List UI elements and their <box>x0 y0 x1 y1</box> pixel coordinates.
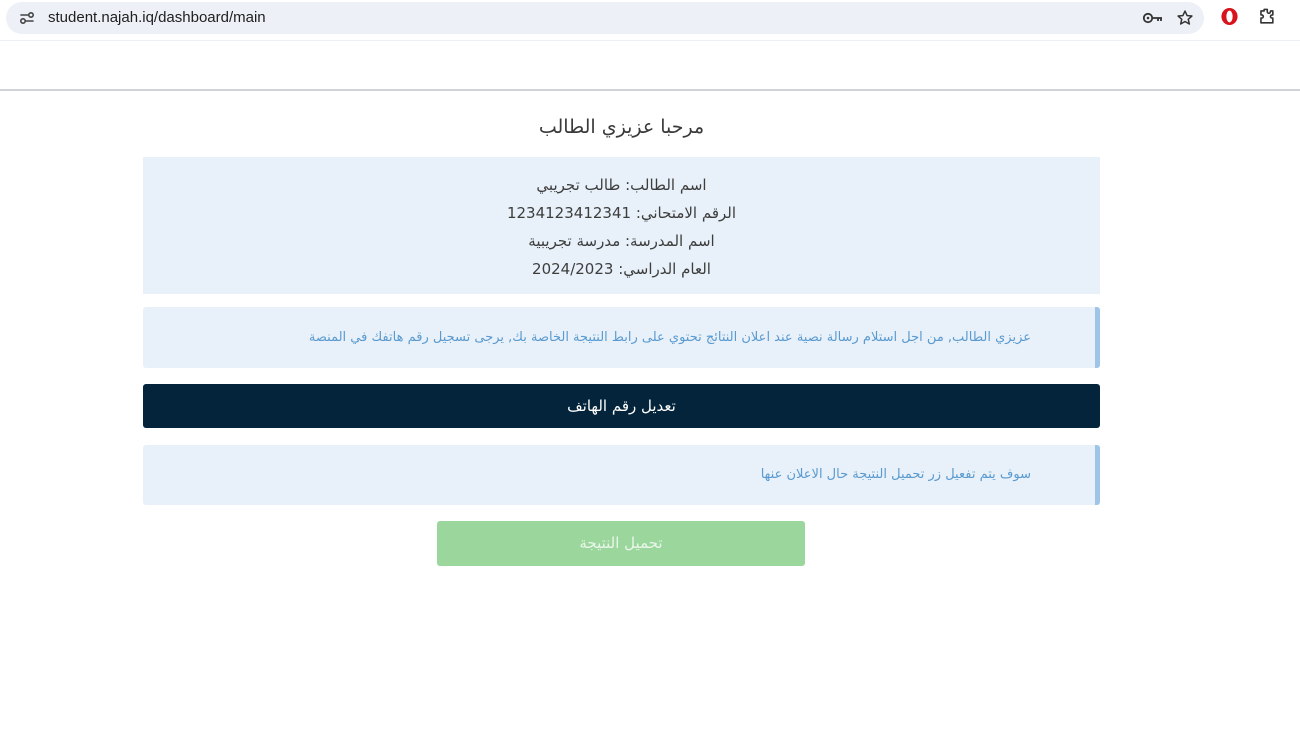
browser-toolbar: student.najah.iq/dashboard/main <box>0 0 1300 38</box>
edit-phone-button[interactable]: تعديل رقم الهاتف <box>143 384 1100 428</box>
site-header <box>0 40 1300 91</box>
opera-icon[interactable] <box>1220 7 1239 26</box>
page-title: مرحبا عزيزي الطالب <box>538 116 705 138</box>
download-result-button[interactable]: تحميل النتيجة <box>437 521 805 566</box>
bookmark-star-icon[interactable] <box>1176 9 1194 27</box>
sms-notice-alert: عزيزي الطالب, من اجل استلام رسالة نصية ع… <box>143 307 1100 368</box>
site-info-icon[interactable] <box>19 10 35 26</box>
password-key-icon[interactable] <box>1142 10 1164 26</box>
url-text[interactable]: student.najah.iq/dashboard/main <box>48 2 266 34</box>
address-bar[interactable]: student.najah.iq/dashboard/main <box>6 2 1204 34</box>
extensions-icon[interactable] <box>1257 7 1276 26</box>
academic-year: العام الدراسي: 2024/2023 <box>532 260 711 278</box>
download-notice-alert: سوف يتم تفعيل زر تحميل النتيجة حال الاعل… <box>143 445 1100 505</box>
exam-number: الرقم الامتحاني: 1234123412341 <box>506 204 737 222</box>
student-info-panel: اسم الطالب: طالب تجريبي الرقم الامتحاني:… <box>143 157 1100 294</box>
school-name: اسم المدرسة: مدرسة تجريبية <box>528 232 715 250</box>
student-name: اسم الطالب: طالب تجريبي <box>536 176 707 194</box>
